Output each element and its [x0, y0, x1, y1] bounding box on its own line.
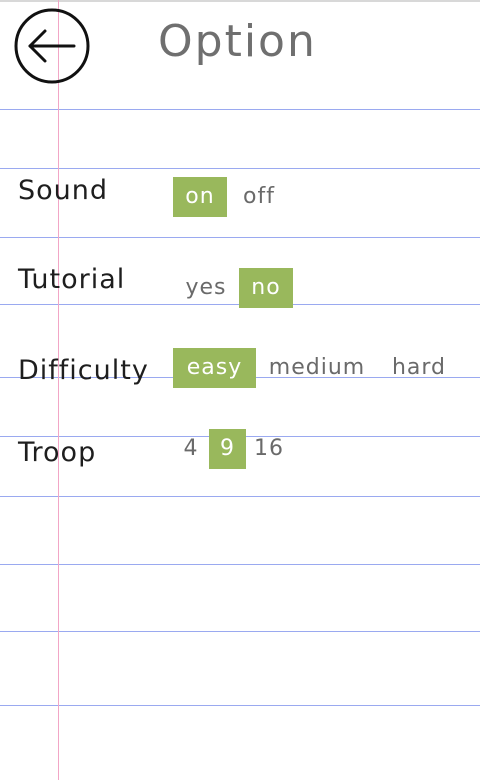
difficulty-option-easy[interactable]: easy [173, 348, 256, 388]
margin-line [58, 0, 59, 780]
difficulty-label: Difficulty [18, 355, 149, 386]
troop-option-4[interactable]: 4 [178, 429, 204, 469]
tutorial-option-no[interactable]: no [239, 268, 293, 308]
difficulty-option-medium[interactable]: medium [262, 348, 372, 388]
top-edge [0, 0, 480, 2]
ruled-line [0, 705, 480, 706]
ruled-line [0, 631, 480, 632]
ruled-line [0, 496, 480, 497]
tutorial-option-yes[interactable]: yes [178, 268, 234, 308]
troop-option-16[interactable]: 16 [251, 429, 287, 469]
sound-label: Sound [18, 175, 109, 206]
sound-option-off[interactable]: off [232, 177, 286, 217]
ruled-line [0, 168, 480, 169]
ruled-line [0, 237, 480, 238]
page-title: Option [158, 16, 317, 67]
back-button[interactable] [14, 8, 90, 84]
arrow-left-circle-icon [14, 8, 90, 84]
sound-option-on[interactable]: on [173, 177, 227, 217]
difficulty-option-hard[interactable]: hard [382, 348, 456, 388]
troop-label: Troop [18, 437, 97, 468]
tutorial-label: Tutorial [18, 264, 126, 295]
troop-option-9[interactable]: 9 [209, 429, 246, 469]
ruled-line [0, 564, 480, 565]
ruled-line [0, 109, 480, 110]
